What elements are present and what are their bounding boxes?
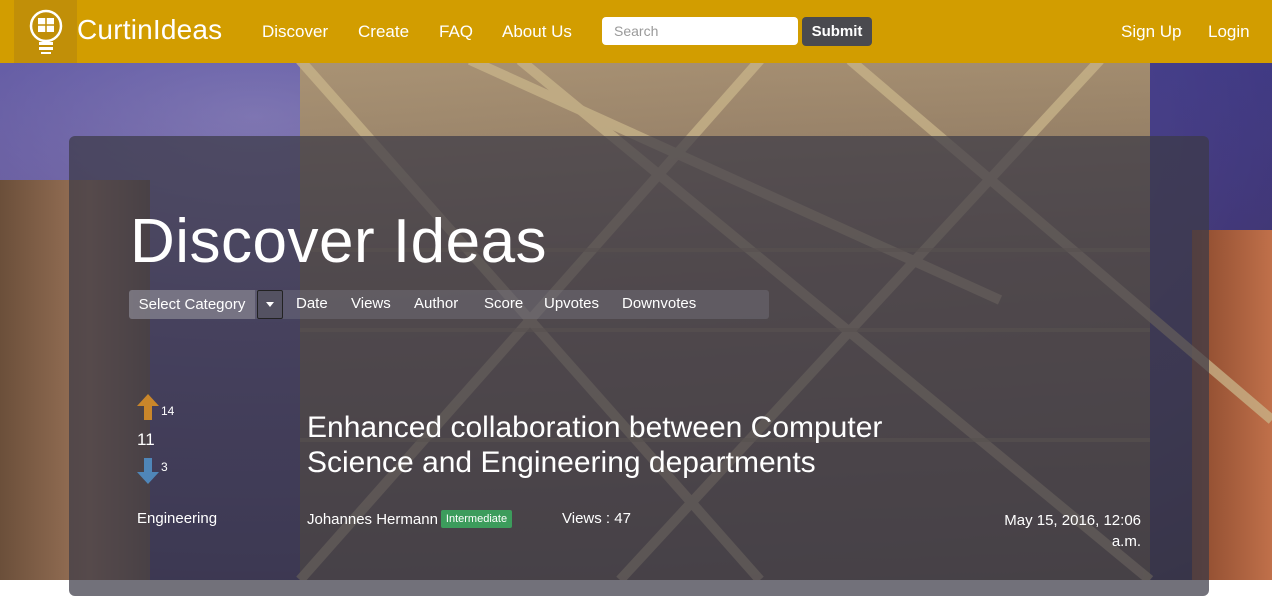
idea-date-line1: May 15, 2016, 12:06 [1004, 512, 1141, 529]
search-submit-button[interactable]: Submit [802, 17, 872, 46]
nav-login[interactable]: Login [1208, 22, 1250, 42]
idea-author[interactable]: Johannes Hermann [307, 511, 438, 528]
nav-about-us[interactable]: About Us [502, 22, 572, 42]
author-level-badge: Intermediate [440, 510, 513, 528]
nav-discover[interactable]: Discover [262, 22, 328, 42]
sort-upvotes[interactable]: Upvotes [544, 295, 599, 312]
idea-category: Engineering [137, 510, 218, 527]
nav-create[interactable]: Create [358, 22, 409, 42]
sort-author[interactable]: Author [414, 295, 458, 312]
upvote-button[interactable] [137, 394, 159, 424]
discover-panel: Discover Ideas Select Category Date View… [69, 136, 1209, 596]
logo[interactable] [14, 0, 77, 63]
category-dropdown-toggle[interactable] [257, 290, 283, 319]
idea-date-line2: a.m. [1111, 533, 1141, 550]
top-navbar: CurtinIdeas Discover Create FAQ About Us… [0, 0, 1272, 63]
category-select[interactable]: Select Category [129, 290, 255, 319]
search-input[interactable] [602, 17, 798, 45]
downvote-count: 3 [161, 460, 168, 474]
sort-bar: Select Category Date Views Author Score … [129, 290, 769, 319]
idea-title-link[interactable]: Enhanced collaboration between Computer … [307, 410, 947, 480]
upvote-count: 14 [161, 404, 175, 418]
nav-sign-up[interactable]: Sign Up [1121, 22, 1181, 42]
idea-score: 11 [137, 430, 155, 449]
sort-score[interactable]: Score [484, 295, 523, 312]
nav-faq[interactable]: FAQ [439, 22, 473, 42]
sort-views[interactable]: Views [351, 295, 391, 312]
arrow-down-icon [137, 458, 159, 484]
page-title: Discover Ideas [130, 207, 548, 276]
downvote-button[interactable] [137, 458, 159, 488]
idea-views: Views : 47 [562, 510, 631, 527]
idea-author-line: Johannes Hermann Intermediate [307, 510, 513, 528]
caret-down-icon [266, 302, 274, 307]
sort-downvotes[interactable]: Downvotes [622, 295, 696, 312]
arrow-up-icon [137, 394, 159, 420]
sort-date[interactable]: Date [296, 295, 328, 312]
idea-date: May 15, 2016, 12:06 a.m. [941, 510, 1141, 552]
lightbulb-logo-icon [29, 9, 62, 54]
brand-name[interactable]: CurtinIdeas [77, 14, 222, 46]
